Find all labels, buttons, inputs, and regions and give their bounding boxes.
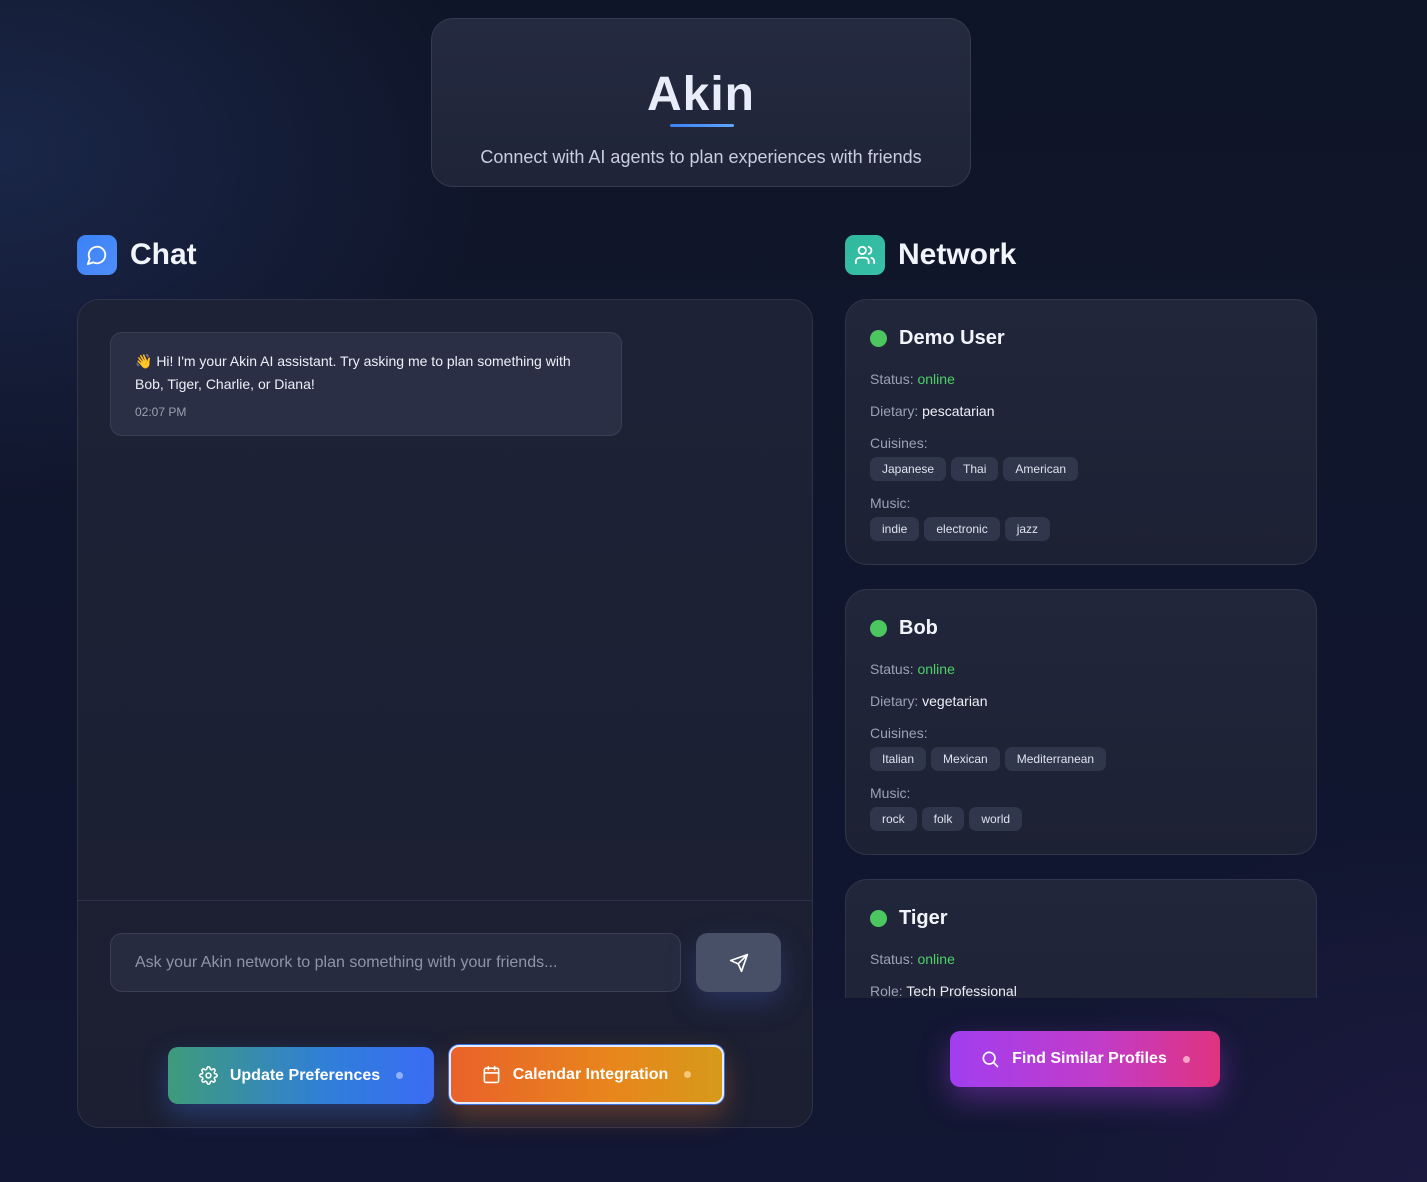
app-header: Akin Connect with AI agents to plan expe…	[431, 18, 971, 187]
profile-status: Status: online	[870, 951, 955, 967]
status-label: Status:	[870, 951, 914, 967]
profile-status: Status: online	[870, 371, 955, 387]
calendar-icon	[482, 1065, 501, 1084]
status-value: online	[917, 371, 955, 387]
profile-name: Tiger	[899, 907, 948, 929]
network-heading: Network	[845, 235, 1016, 275]
cuisines-label: Cuisines:	[870, 435, 928, 451]
music-label: Music:	[870, 785, 911, 801]
network-heading-label: Network	[898, 238, 1017, 271]
message-circle-icon	[77, 235, 117, 275]
dietary-value: vegetarian	[922, 693, 988, 709]
cuisine-tag: Italian	[870, 747, 927, 771]
cuisine-tag: Japanese	[870, 457, 947, 481]
online-status-dot	[870, 910, 887, 927]
calendar-integration-label: Calendar Integration	[512, 1065, 669, 1083]
status-label: Status:	[870, 371, 914, 387]
online-status-dot	[870, 620, 887, 637]
update-preferences-label: Update Preferences	[229, 1066, 381, 1084]
chat-divider	[78, 900, 812, 901]
indicator-dot	[1182, 1055, 1190, 1063]
music-tag: rock	[870, 807, 917, 831]
title-underline	[670, 124, 734, 127]
chat-panel: 👋 Hi! I'm your Akin AI assistant. Try as…	[77, 299, 813, 1128]
message-timestamp: 02:07 PM	[135, 405, 187, 419]
status-value: online	[917, 661, 955, 677]
music-tag: world	[969, 807, 1023, 831]
profile-status: Status: online	[870, 661, 955, 677]
find-similar-profiles-label: Find Similar Profiles	[1012, 1050, 1167, 1067]
profile-name: Bob	[899, 617, 938, 639]
chat-input[interactable]	[110, 933, 681, 992]
status-label: Status:	[870, 661, 914, 677]
assistant-message: 👋 Hi! I'm your Akin AI assistant. Try as…	[110, 332, 622, 436]
profile-card-tiger[interactable]: Tiger Status: online Role: Tech Professi…	[845, 879, 1317, 998]
profile-name: Demo User	[899, 327, 1005, 349]
profile-name-row: Demo User	[870, 327, 1005, 350]
profile-dietary: Dietary: vegetarian	[870, 693, 988, 709]
cuisine-tag: American	[1003, 457, 1079, 481]
profile-dietary: Dietary: pescatarian	[870, 403, 995, 419]
indicator-dot	[684, 1071, 692, 1078]
profile-card-demo-user[interactable]: Demo User Status: online Dietary: pescat…	[845, 299, 1317, 565]
chat-heading-label: Chat	[130, 238, 197, 271]
indicator-dot	[396, 1072, 404, 1079]
profile-name-row: Bob	[870, 617, 938, 640]
cuisine-tag: Thai	[951, 457, 999, 481]
search-icon	[980, 1049, 1000, 1069]
cuisine-tags: Japanese Thai American	[870, 457, 1079, 481]
users-icon	[845, 235, 885, 275]
role-value: Tech Professional	[906, 983, 1017, 998]
music-tag: folk	[921, 807, 965, 831]
cuisines-label: Cuisines:	[870, 725, 928, 741]
cuisine-tag: Mediterranean	[1004, 747, 1107, 771]
online-status-dot	[870, 330, 887, 347]
app-title: Akin	[646, 68, 755, 121]
music-tags: rock folk world	[870, 807, 1023, 831]
dietary-label: Dietary:	[870, 693, 919, 709]
cuisine-tags: Italian Mexican Mediterranean	[870, 747, 1107, 771]
music-tag: jazz	[1004, 517, 1051, 541]
update-preferences-button[interactable]: Update Preferences	[168, 1047, 434, 1104]
profile-role: Role: Tech Professional	[870, 983, 1017, 998]
find-similar-profiles-button[interactable]: Find Similar Profiles	[950, 1031, 1220, 1087]
network-list[interactable]: Demo User Status: online Dietary: pescat…	[845, 299, 1317, 998]
music-tag: electronic	[924, 517, 1000, 541]
role-label: Role:	[870, 983, 903, 998]
gear-icon	[198, 1066, 218, 1085]
send-button[interactable]	[696, 933, 781, 992]
app-subtitle: Connect with AI agents to plan experienc…	[480, 147, 922, 167]
profile-card-bob[interactable]: Bob Status: online Dietary: vegetarian C…	[845, 589, 1317, 855]
chat-heading: Chat	[77, 235, 197, 275]
calendar-integration-button[interactable]: Calendar Integration	[449, 1045, 724, 1104]
dietary-value: pescatarian	[922, 403, 995, 419]
send-icon	[729, 953, 749, 973]
music-tags: indie electronic jazz	[870, 517, 1051, 541]
profile-name-row: Tiger	[870, 907, 948, 930]
cuisine-tag: Mexican	[931, 747, 1000, 771]
dietary-label: Dietary:	[870, 403, 919, 419]
status-value: online	[917, 951, 955, 967]
message-text: 👋 Hi! I'm your Akin AI assistant. Try as…	[135, 353, 571, 392]
music-tag: indie	[870, 517, 920, 541]
music-label: Music:	[870, 495, 911, 511]
